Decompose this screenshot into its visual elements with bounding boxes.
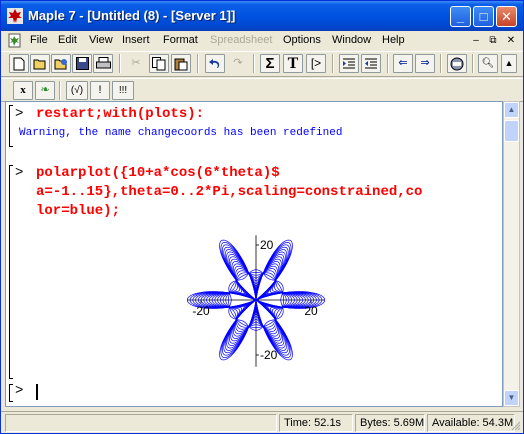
open-icon[interactable] (30, 54, 50, 73)
maple-leaf-icon (7, 8, 23, 24)
execute-selection-icon[interactable]: (√) (66, 81, 88, 100)
toolbar-separator (197, 54, 199, 73)
save-icon[interactable] (72, 54, 92, 73)
print-icon[interactable] (93, 54, 113, 73)
menu-help[interactable]: Help (382, 34, 405, 46)
math-x-icon[interactable]: x (13, 81, 33, 100)
text-T-icon[interactable]: T (283, 54, 303, 73)
menu-options[interactable]: Options (283, 34, 321, 46)
context-toolbar: x ❧ (√) ! !!! (1, 78, 523, 102)
menu-view[interactable]: View (89, 34, 113, 46)
group-bracket[interactable] (9, 105, 13, 147)
group-bracket[interactable] (9, 165, 13, 379)
title-bar[interactable]: Maple 7 - [Untitled (8) - [Server 1]] _ … (1, 1, 523, 31)
sigma-icon[interactable]: Σ (260, 54, 280, 73)
undo-icon[interactable] (205, 54, 225, 73)
doc-close-button[interactable]: ✕ (504, 34, 518, 47)
status-message (5, 414, 277, 432)
outdent-icon[interactable] (361, 54, 381, 73)
document-icon[interactable] (7, 33, 23, 48)
menu-insert[interactable]: Insert (122, 34, 150, 46)
toolbar-separator (59, 81, 61, 100)
toolbar-separator (387, 54, 389, 73)
main-toolbar: ✂ ↷ Σ T [> ⇐ ⇒ 🔍︎ ▲ (1, 51, 523, 77)
indent-icon[interactable] (339, 54, 359, 73)
x-tick-label: -20 (192, 304, 210, 318)
y-tick-label: 20 (260, 238, 274, 252)
status-time: Time: 52.1s (279, 414, 353, 432)
group-bracket[interactable] (9, 384, 13, 402)
minimize-button[interactable]: _ (450, 6, 471, 27)
status-bar: Time: 52.1s Bytes: 5.69M Available: 54.3… (1, 411, 523, 433)
maple-window: Maple 7 - [Untitled (8) - [Server 1]] _ … (0, 0, 524, 434)
execute-all-icon[interactable]: !!! (112, 81, 134, 100)
maple-input-line[interactable]: polarplot({10+a*cos(6*theta)$ (36, 165, 280, 181)
warning-output: Warning, the name changecoords has been … (19, 127, 343, 139)
maple-input-line[interactable]: a=-1..15},theta=0..2*Pi,scaling=constrai… (36, 184, 422, 200)
worksheet[interactable]: > restart;with(plots): Warning, the name… (5, 101, 503, 407)
close-button[interactable]: ✕ (496, 6, 517, 27)
toolbar-separator (472, 54, 474, 73)
doc-minimize-button[interactable]: – (469, 34, 483, 47)
redo-icon[interactable]: ↷ (228, 54, 248, 73)
insert-prompt-icon[interactable]: [> (306, 54, 326, 73)
input-prompt: > (15, 383, 24, 399)
vertical-scrollbar[interactable]: ▲ ▼ (503, 101, 520, 407)
toolbar-separator (119, 54, 121, 73)
execute-icon[interactable]: ! (90, 81, 110, 100)
x-tick-label: 20 (304, 304, 318, 318)
maple-input-line[interactable]: lor=blue); (36, 203, 120, 219)
text-cursor (36, 384, 38, 400)
window-title: Maple 7 - [Untitled (8) - [Server 1]] (28, 8, 236, 23)
menu-spreadsheet[interactable]: Spreadsheet (210, 34, 272, 46)
paste-icon[interactable] (171, 54, 191, 73)
open-url-icon[interactable] (51, 54, 71, 73)
input-prompt: > (15, 165, 24, 181)
menu-edit[interactable]: Edit (58, 34, 77, 46)
toolbar-separator (332, 54, 334, 73)
back-arrow-icon[interactable]: ⇐ (393, 54, 413, 73)
input-prompt: > (15, 106, 24, 122)
menu-window[interactable]: Window (332, 34, 371, 46)
maple-input[interactable]: restart;with(plots): (36, 106, 204, 122)
doc-restore-button[interactable]: ⧉ (486, 34, 500, 47)
menu-file[interactable]: File (30, 34, 48, 46)
toolbar-separator (440, 54, 442, 73)
y-tick-label: -20 (260, 348, 278, 362)
menu-format[interactable]: Format (163, 34, 198, 46)
cut-icon[interactable]: ✂ (126, 54, 146, 73)
scroll-thumb[interactable] (504, 120, 519, 142)
zoom-icon[interactable]: 🔍︎ (478, 54, 498, 73)
copy-icon[interactable] (149, 54, 169, 73)
forward-arrow-icon[interactable]: ⇒ (415, 54, 435, 73)
maple-leaf-toggle-icon[interactable]: ❧ (35, 81, 55, 100)
scroll-up-icon[interactable]: ▲ (504, 102, 519, 118)
polar-plot[interactable]: -20 20 20 -20 (176, 230, 336, 380)
status-available: Available: 54.3M (427, 414, 515, 432)
status-bytes: Bytes: 5.69M (355, 414, 425, 432)
menu-bar: File Edit View Insert Format Spreadsheet… (1, 31, 523, 50)
scroll-down-icon[interactable]: ▼ (504, 390, 519, 406)
resize-grip-icon[interactable] (509, 419, 521, 431)
maximize-button[interactable]: □ (473, 6, 494, 27)
stop-icon[interactable] (447, 54, 467, 73)
toolbar-overflow-icon[interactable]: ▲ (501, 54, 517, 73)
toolbar-separator (253, 54, 255, 73)
new-doc-icon[interactable] (9, 54, 29, 73)
